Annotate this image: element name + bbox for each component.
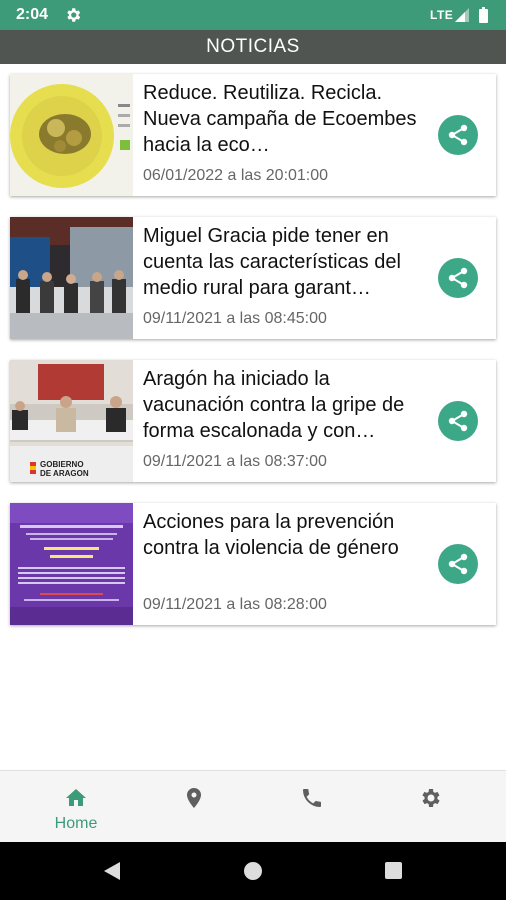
nav-phone[interactable] xyxy=(249,771,375,843)
news-date: 09/11/2021 a las 08:45:00 xyxy=(143,310,327,327)
svg-text:DE ARAGON: DE ARAGON xyxy=(40,469,89,478)
news-date: 09/11/2021 a las 08:37:00 xyxy=(143,453,327,470)
share-button[interactable] xyxy=(438,401,478,441)
nav-home-label: Home xyxy=(54,815,98,832)
page-title: NOTICIAS xyxy=(206,36,300,57)
news-card[interactable]: Acciones para la prevención contra la vi… xyxy=(10,503,496,625)
news-thumbnail xyxy=(10,503,133,625)
status-bar: 2:04 LTE xyxy=(0,0,506,30)
news-thumbnail xyxy=(10,217,133,339)
nav-home[interactable]: Home xyxy=(13,771,139,843)
network-type: LTE xyxy=(430,8,454,22)
home-icon xyxy=(66,789,86,806)
system-nav-bar xyxy=(0,842,506,900)
share-icon xyxy=(448,553,468,575)
settings-icon xyxy=(422,789,440,807)
news-card[interactable]: GOBIERNO DE ARAGON Aragón ha iniciado la… xyxy=(10,360,496,482)
phone-icon xyxy=(303,789,321,807)
news-thumbnail: GOBIERNO DE ARAGON xyxy=(10,360,133,482)
news-thumbnail xyxy=(10,74,133,196)
battery-icon xyxy=(479,7,488,23)
news-date: 09/11/2021 a las 08:28:00 xyxy=(143,596,327,613)
nav-settings[interactable] xyxy=(367,771,493,843)
news-headline[interactable]: Aragón ha iniciado la vacunación contra … xyxy=(143,366,433,444)
share-icon xyxy=(448,124,468,146)
share-button[interactable] xyxy=(438,258,478,298)
news-date: 06/01/2022 a las 20:01:00 xyxy=(143,167,329,184)
news-headline[interactable]: Reduce. Reutiliza. Recicla. Nueva campañ… xyxy=(143,80,433,158)
news-card[interactable]: Reduce. Reutiliza. Recicla. Nueva campañ… xyxy=(10,74,496,196)
news-headline[interactable]: Acciones para la prevención contra la vi… xyxy=(143,509,433,561)
share-icon xyxy=(448,410,468,432)
back-icon[interactable] xyxy=(102,860,122,882)
svg-text:GOBIERNO: GOBIERNO xyxy=(40,460,84,469)
gear-icon xyxy=(67,8,81,22)
recents-icon[interactable] xyxy=(385,862,402,879)
location-icon xyxy=(187,788,201,808)
home-circle-icon[interactable] xyxy=(244,862,262,880)
news-headline[interactable]: Miguel Gracia pide tener en cuenta las c… xyxy=(143,223,433,301)
signal-icon xyxy=(455,8,469,22)
nav-location[interactable] xyxy=(131,771,257,843)
news-card[interactable]: Miguel Gracia pide tener en cuenta las c… xyxy=(10,217,496,339)
news-list: Reduce. Reutiliza. Recicla. Nueva campañ… xyxy=(0,64,506,770)
share-icon xyxy=(448,267,468,289)
share-button[interactable] xyxy=(438,544,478,584)
share-button[interactable] xyxy=(438,115,478,155)
app-bar: NOTICIAS xyxy=(0,30,506,64)
bottom-nav: Home xyxy=(0,770,506,843)
status-time: 2:04 xyxy=(16,6,49,23)
